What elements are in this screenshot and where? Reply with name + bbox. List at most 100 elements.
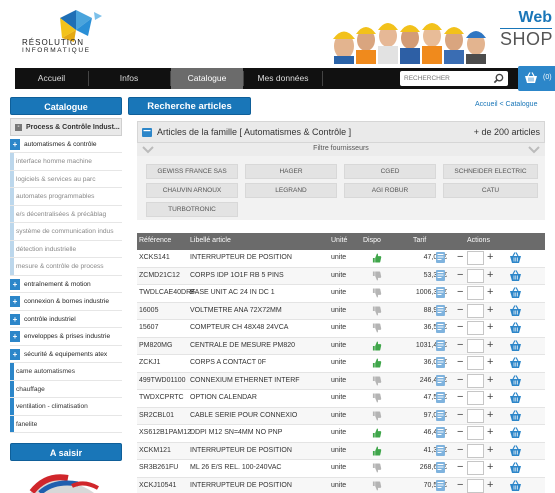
quantity-input[interactable] (467, 461, 484, 475)
subcategory-item[interactable]: interface homme machine (10, 153, 122, 171)
subcategory-item[interactable]: automates programmables (10, 188, 122, 206)
document-icon[interactable] (436, 374, 445, 386)
document-icon[interactable] (436, 322, 445, 333)
quantity-input[interactable] (467, 268, 484, 283)
promo-product-image[interactable] (12, 466, 120, 493)
minus-button[interactable]: − (457, 479, 463, 491)
quantity-input[interactable] (467, 286, 484, 300)
document-icon[interactable] (436, 427, 445, 438)
subcategory-item[interactable]: logiciels & services au parc (10, 170, 122, 188)
minus-button[interactable]: − (457, 286, 463, 298)
cart-button[interactable]: (0) (518, 66, 555, 91)
supplier-button[interactable]: CGED (344, 164, 436, 179)
nav-catalogue[interactable]: Catalogue (171, 68, 243, 89)
category-ventilation[interactable]: ventilation - climatisation (10, 398, 122, 416)
chevron-down-icon[interactable] (528, 145, 540, 154)
document-icon[interactable] (436, 252, 445, 263)
add-to-basket-icon[interactable] (509, 357, 522, 369)
breadcrumb[interactable]: Accueil < Catalogue (475, 101, 537, 108)
quantity-input[interactable] (467, 426, 484, 440)
cell-libelle[interactable]: INTERRUPTEUR DE POSITION (190, 447, 328, 454)
plus-button[interactable]: + (487, 339, 493, 351)
supplier-filter-toggle[interactable]: Filtre fournisseurs (137, 143, 545, 156)
category-chauffage[interactable]: chauffage (10, 380, 122, 398)
plus-button[interactable]: + (487, 321, 493, 333)
cell-libelle[interactable]: BASE UNIT AC 24 IN DC 1 (190, 289, 328, 296)
category-parent[interactable]: - Process & Contrôle Indust... (10, 118, 122, 136)
plus-button[interactable]: + (487, 409, 493, 421)
category-securite[interactable]: + sécurité & equipements atex (10, 345, 122, 363)
plus-button[interactable]: + (487, 391, 493, 403)
minus-button[interactable]: − (457, 409, 463, 421)
add-to-basket-icon[interactable] (509, 252, 522, 264)
document-icon[interactable] (436, 462, 445, 473)
minus-button[interactable]: − (457, 321, 463, 333)
quantity-input[interactable] (467, 303, 484, 318)
supplier-button[interactable]: CHAUVIN ARNOUX (146, 183, 238, 198)
minus-button[interactable]: − (457, 304, 463, 316)
document-icon[interactable] (436, 269, 445, 281)
category-fanelite[interactable]: fanelite (10, 415, 122, 433)
add-to-basket-icon[interactable] (509, 409, 522, 422)
add-to-basket-icon[interactable] (509, 462, 522, 474)
nav-mes-donnees[interactable]: Mes données (244, 68, 322, 89)
supplier-button[interactable]: LEGRAND (245, 183, 337, 198)
category-enveloppes[interactable]: + enveloppes & prises industrie (10, 328, 122, 346)
plus-button[interactable]: + (487, 286, 493, 298)
subcategory-item[interactable]: détection industrielle (10, 240, 122, 258)
subcategory-item[interactable]: système de communication indus (10, 223, 122, 241)
document-icon[interactable] (436, 479, 445, 491)
add-to-basket-icon[interactable] (509, 374, 522, 387)
add-to-basket-icon[interactable] (509, 479, 522, 492)
cell-libelle[interactable]: CONNEXIUM ETHERNET INTERF (190, 377, 328, 384)
nav-infos[interactable]: Infos (88, 68, 170, 89)
search-input[interactable] (400, 71, 488, 86)
cell-libelle[interactable]: DDPI M12 SN=4MM NO PNP (190, 429, 328, 436)
supplier-button[interactable]: AGI ROBUR (344, 183, 436, 198)
supplier-button[interactable]: CATU (443, 183, 538, 198)
minus-button[interactable]: − (457, 391, 463, 403)
plus-button[interactable]: + (487, 479, 493, 491)
minus-button[interactable]: − (457, 356, 463, 368)
add-to-basket-icon[interactable] (509, 392, 522, 404)
quantity-input[interactable] (467, 391, 484, 405)
subcategory-item[interactable]: e/s décentralisées & précâblag (10, 205, 122, 223)
category-came[interactable]: came automatismes (10, 363, 122, 381)
plus-button[interactable]: + (487, 251, 493, 263)
cell-libelle[interactable]: COMPTEUR CH 48X48 24VCA (190, 324, 328, 331)
cell-libelle[interactable]: OPTION CALENDAR (190, 394, 328, 401)
category-automatismes[interactable]: + automatismes & contrôle (10, 135, 122, 153)
plus-button[interactable]: + (487, 444, 493, 456)
quantity-input[interactable] (467, 373, 484, 388)
supplier-button[interactable]: HAGER (245, 164, 337, 179)
category-entrainement[interactable]: + entraînement & motion (10, 275, 122, 293)
category-connexion[interactable]: + connexion & bornes industrie (10, 293, 122, 311)
plus-button[interactable]: + (487, 426, 493, 438)
plus-button[interactable]: + (487, 461, 493, 473)
quantity-input[interactable] (467, 478, 484, 493)
cell-libelle[interactable]: CENTRALE DE MESURE PM820 (190, 342, 328, 349)
search-icon[interactable] (493, 73, 504, 84)
document-icon[interactable] (436, 392, 445, 403)
add-to-basket-icon[interactable] (509, 444, 522, 457)
document-icon[interactable] (436, 409, 445, 421)
document-icon[interactable] (436, 339, 445, 351)
add-to-basket-icon[interactable] (509, 269, 522, 282)
document-icon[interactable] (436, 287, 445, 298)
minus-button[interactable]: − (457, 426, 463, 438)
minus-button[interactable]: − (457, 339, 463, 351)
quantity-input[interactable] (467, 408, 484, 423)
cell-libelle[interactable]: INTERRUPTEUR DE POSITION (190, 482, 328, 489)
document-icon[interactable] (436, 444, 445, 456)
add-to-basket-icon[interactable] (509, 287, 522, 299)
document-icon[interactable] (436, 304, 445, 316)
cell-libelle[interactable]: VOLTMETRE ANA 72X72MM (190, 307, 328, 314)
supplier-button[interactable]: GEWISS FRANCE SAS (146, 164, 238, 179)
quantity-input[interactable] (467, 356, 484, 370)
cell-libelle[interactable]: CABLE SERIE POUR CONNEXIO (190, 412, 328, 419)
cell-libelle[interactable]: ML 26 E/S REL. 100-240VAC (190, 464, 328, 471)
supplier-button[interactable]: SCHNEIDER ELECTRIC (443, 164, 538, 179)
add-to-basket-icon[interactable] (509, 339, 522, 352)
add-to-basket-icon[interactable] (509, 322, 522, 334)
quantity-input[interactable] (467, 321, 484, 335)
